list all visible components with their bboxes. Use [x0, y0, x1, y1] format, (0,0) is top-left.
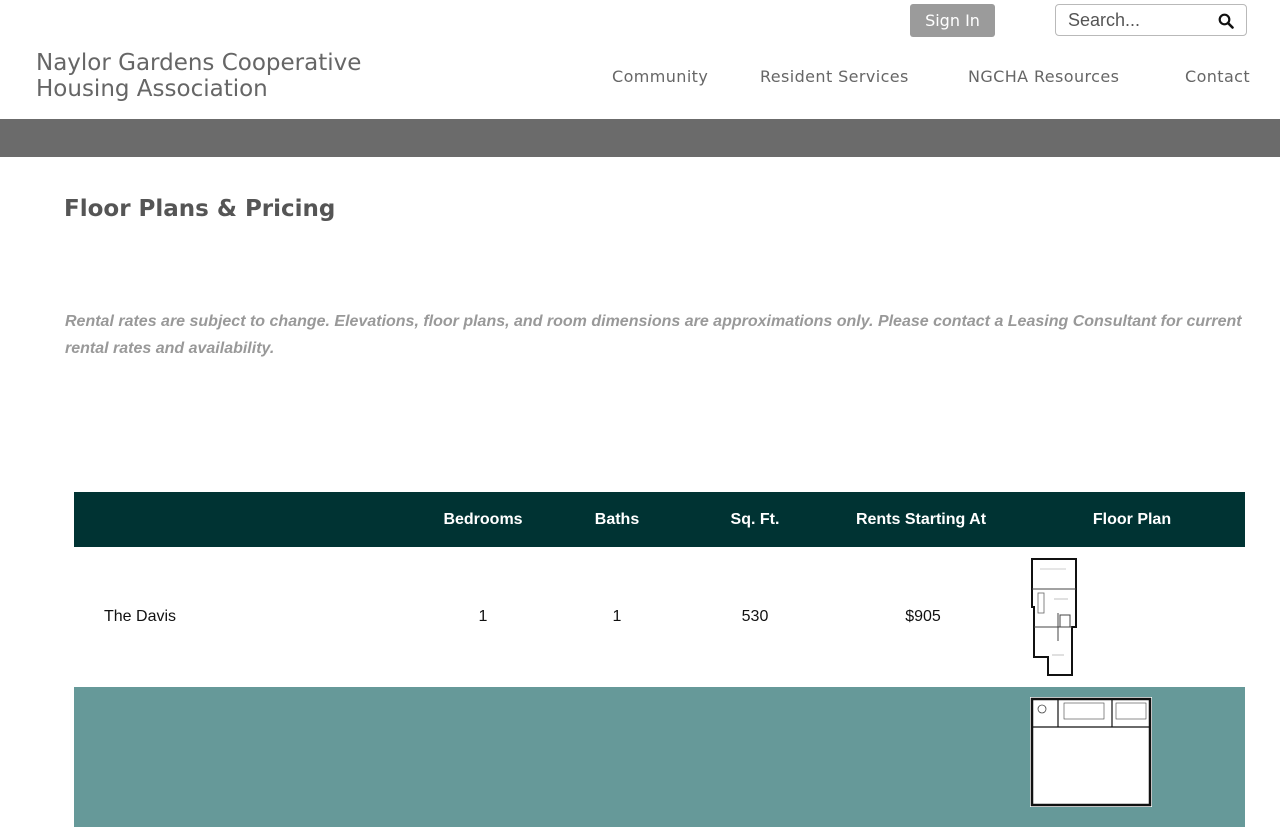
column-header-rent: Rents Starting At [855, 510, 987, 528]
nav-contact[interactable]: Contact [1185, 67, 1250, 86]
search-box[interactable] [1055, 4, 1247, 36]
unit-name [104, 687, 404, 827]
table-row [74, 687, 1245, 827]
search-input[interactable] [1068, 9, 1218, 31]
column-header-bedrooms: Bedrooms [443, 510, 523, 528]
unit-sqft: 530 [741, 608, 769, 625]
unit-rent: $905 [905, 608, 941, 625]
unit-bedrooms: 1 [478, 608, 488, 625]
column-header-name [74, 492, 404, 547]
rental-disclaimer: Rental rates are subject to change. Elev… [65, 313, 1242, 357]
unit-name: The Davis [104, 608, 177, 625]
unit-baths [557, 687, 677, 827]
unit-bedrooms [423, 687, 543, 827]
page-title: Floor Plans & Pricing [64, 196, 336, 222]
table-header: Bedrooms Baths Sq. Ft. Rents Starting At… [74, 492, 1245, 547]
floor-plan-image[interactable] [1030, 557, 1078, 679]
nav-resident-services[interactable]: Resident Services [760, 67, 909, 86]
sign-in-button[interactable]: Sign In [910, 4, 995, 37]
site-header: Sign In Naylor Gardens Cooperative Housi… [0, 0, 1280, 119]
column-header-baths: Baths [594, 510, 640, 528]
unit-rent [843, 687, 1003, 827]
column-header-floor-plan: Floor Plan [1092, 510, 1172, 528]
nav-ngcha-resources[interactable]: NGCHA Resources [968, 67, 1119, 86]
table-row: The Davis 1 1 530 $905 [74, 547, 1245, 687]
unit-sqft [695, 687, 815, 827]
site-title[interactable]: Naylor Gardens Cooperative Housing Assoc… [36, 50, 416, 102]
search-icon[interactable] [1218, 13, 1234, 29]
hero-band [0, 119, 1280, 157]
floor-plan-image[interactable] [1030, 697, 1152, 807]
column-header-sqft: Sq. Ft. [730, 510, 780, 528]
nav-community[interactable]: Community [612, 67, 708, 86]
unit-baths: 1 [612, 608, 622, 625]
floor-plans-table: Bedrooms Baths Sq. Ft. Rents Starting At… [74, 492, 1245, 827]
